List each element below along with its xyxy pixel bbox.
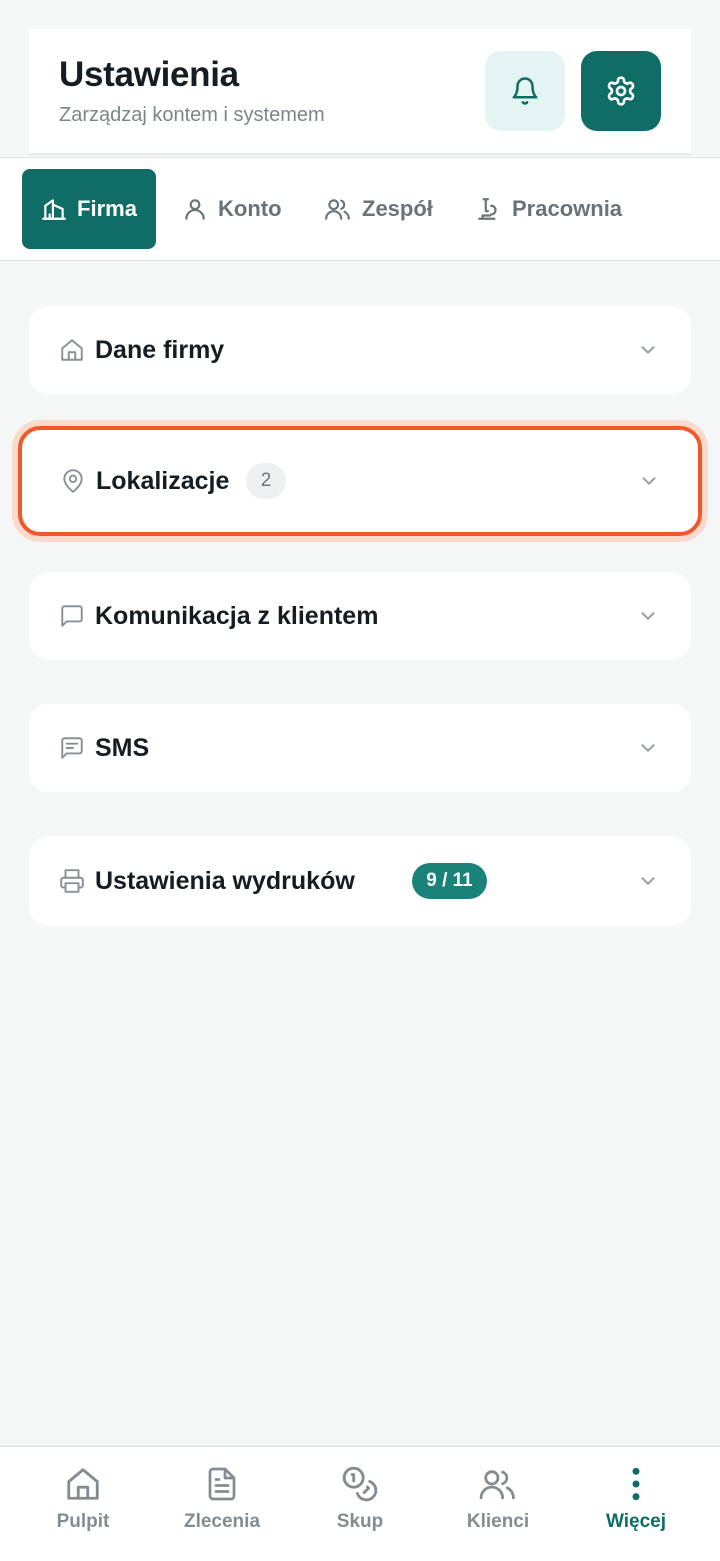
tab-konto[interactable]: Konto — [182, 169, 282, 249]
home-icon — [67, 1468, 99, 1500]
printer-icon — [60, 869, 84, 893]
settings-page: Ustawienia Zarządzaj kontem i systemem F… — [0, 0, 720, 1561]
nav-pulpit[interactable]: Pulpit — [11, 1447, 155, 1561]
chevron-down-icon — [641, 346, 655, 354]
nav-label: Klienci — [466, 1511, 530, 1532]
users-icon — [325, 199, 350, 220]
progress-badge: 9 / 11 — [412, 863, 487, 899]
page-subtitle: Zarządzaj kontem i systemem — [59, 104, 325, 126]
gear-icon — [607, 76, 635, 106]
tab-zespol[interactable]: Zespół — [324, 169, 433, 249]
microscope-icon — [478, 198, 497, 220]
section-dane-firmy[interactable]: Dane firmy — [29, 306, 691, 394]
section-label: Komunikacja z klientem — [95, 601, 379, 630]
tab-label: Firma — [77, 196, 137, 221]
section-lokalizacje[interactable]: Lokalizacje 2 — [18, 426, 702, 536]
section-ustawienia-wydrukow[interactable]: Ustawienia wydruków 9 / 11 — [29, 836, 691, 926]
nav-label: Skup — [336, 1511, 384, 1532]
header-card: Ustawienia Zarządzaj kontem i systemem — [29, 29, 691, 155]
notifications-button[interactable] — [485, 51, 565, 131]
page-title: Ustawienia — [59, 55, 239, 94]
map-pin-icon — [63, 469, 83, 493]
nav-klienci[interactable]: Klienci — [426, 1447, 570, 1561]
users-icon — [479, 1470, 515, 1500]
bottom-nav: Pulpit Zlecenia Skup Klienci Więcej — [0, 1445, 720, 1561]
chevron-down-icon — [641, 612, 655, 620]
bell-icon — [512, 77, 538, 105]
settings-button[interactable] — [581, 51, 661, 131]
nav-label: Pulpit — [56, 1511, 110, 1532]
count-badge: 2 — [246, 463, 286, 499]
coins-icon — [342, 1466, 378, 1502]
message-square-icon — [61, 605, 83, 627]
header: Ustawienia Zarządzaj kontem i systemem — [0, 0, 720, 157]
nav-skup[interactable]: Skup — [288, 1447, 432, 1561]
home-icon — [61, 339, 83, 361]
nav-wiecej[interactable]: Więcej — [564, 1447, 708, 1561]
tab-label: Zespół — [362, 196, 433, 221]
section-sms[interactable]: SMS — [29, 704, 691, 792]
nav-label: Zlecenia — [183, 1511, 261, 1532]
chevron-down-icon — [641, 744, 655, 752]
section-label: Ustawienia wydruków — [95, 866, 355, 895]
more-vertical-icon — [632, 1467, 640, 1501]
tab-label: Pracownia — [512, 196, 623, 221]
building-icon — [42, 199, 66, 220]
section-komunikacja[interactable]: Komunikacja z klientem — [29, 572, 691, 660]
message-text-icon — [61, 737, 83, 759]
section-label: Dane firmy — [95, 335, 225, 364]
chevron-down-icon — [641, 877, 655, 885]
user-icon — [185, 199, 205, 220]
tab-firma[interactable]: Firma — [22, 169, 156, 249]
section-label: SMS — [95, 733, 150, 762]
tab-label: Konto — [218, 196, 282, 221]
document-icon — [208, 1467, 236, 1501]
section-label: Lokalizacje — [96, 466, 230, 495]
tab-pracownia[interactable]: Pracownia — [476, 169, 622, 249]
nav-label: Więcej — [605, 1511, 667, 1532]
settings-tabs: Firma Konto Zespół Pracownia — [0, 157, 720, 261]
chevron-down-icon — [642, 477, 656, 485]
nav-zlecenia[interactable]: Zlecenia — [150, 1447, 294, 1561]
